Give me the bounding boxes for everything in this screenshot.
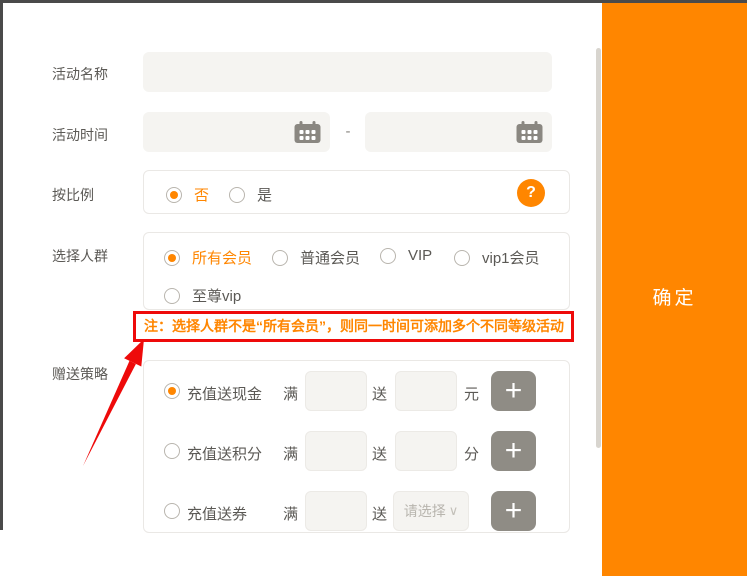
radio-icon[interactable] xyxy=(164,443,180,459)
threshold-label: 满 xyxy=(283,443,298,464)
radio-icon[interactable] xyxy=(166,187,182,203)
by-ratio-label: 按比例 xyxy=(52,185,94,205)
modal-left-border xyxy=(0,0,3,530)
strategy-option-label: 充值送现金 xyxy=(187,383,262,404)
radio-label: 否 xyxy=(194,184,209,205)
unit-label: 元 xyxy=(464,383,479,404)
audience-group: 所有会员 普通会员 VIP vip1会员 至尊vip xyxy=(143,232,570,310)
strategy-label: 赠送策略 xyxy=(52,364,108,384)
annotation-note-box: 注：选择人群不是“所有会员”，则同一时间可添加多个不同等级活动 xyxy=(133,311,574,342)
gift-input[interactable] xyxy=(395,371,457,411)
coupon-select-placeholder: 请选择 xyxy=(404,501,446,521)
side-panel: 确定 xyxy=(602,3,747,576)
gift-label: 送 xyxy=(372,503,387,524)
radio-label: vip1会员 xyxy=(482,247,540,268)
radio-icon[interactable] xyxy=(164,383,180,399)
activity-name-label: 活动名称 xyxy=(52,64,108,84)
strategy-row-coupon: 充值送券 满 送 请选择 ∨ + xyxy=(144,491,569,531)
coupon-select[interactable]: 请选择 ∨ xyxy=(393,491,469,531)
radio-label: VIP xyxy=(408,247,432,264)
gift-label: 送 xyxy=(372,443,387,464)
radio-option-no[interactable]: 否 xyxy=(166,184,209,205)
by-ratio-group: 否 是 ? xyxy=(143,170,570,214)
radio-icon[interactable] xyxy=(229,187,245,203)
calendar-icon[interactable] xyxy=(516,121,543,143)
strategy-row-points: 充值送积分 满 送 分 + xyxy=(144,431,569,471)
threshold-input[interactable] xyxy=(305,371,367,411)
note-text: 注：选择人群不是“所有会员”，则同一时间可添加多个不同等级活动 xyxy=(136,314,571,339)
radio-label: 所有会员 xyxy=(192,247,252,268)
confirm-button[interactable]: 确定 xyxy=(602,283,747,310)
strategy-row-cash: 充值送现金 满 送 元 + xyxy=(144,371,569,411)
radio-option-vip[interactable]: VIP xyxy=(380,247,432,264)
add-rule-button[interactable]: + xyxy=(491,371,536,411)
threshold-label: 满 xyxy=(283,383,298,404)
radio-icon[interactable] xyxy=(164,250,180,266)
radio-icon[interactable] xyxy=(164,503,180,519)
radio-option-supreme-vip[interactable]: 至尊vip xyxy=(164,285,241,306)
scrollbar-thumb[interactable] xyxy=(596,48,601,448)
radio-icon[interactable] xyxy=(164,288,180,304)
radio-option-all-members[interactable]: 所有会员 xyxy=(164,247,252,268)
radio-icon[interactable] xyxy=(380,248,396,264)
calendar-icon[interactable] xyxy=(294,121,321,143)
start-date-field xyxy=(143,112,330,152)
activity-time-label: 活动时间 xyxy=(52,125,108,145)
gift-input[interactable] xyxy=(395,431,457,471)
radio-icon[interactable] xyxy=(272,250,288,266)
radio-option-vip1[interactable]: vip1会员 xyxy=(454,247,540,268)
radio-label: 至尊vip xyxy=(192,285,241,306)
threshold-label: 满 xyxy=(283,503,298,524)
date-range-separator: - xyxy=(338,123,358,140)
activity-name-field-wrap xyxy=(143,52,552,92)
add-rule-button[interactable]: + xyxy=(491,491,536,531)
strategy-option-label: 充值送积分 xyxy=(187,443,262,464)
strategy-option-label: 充值送券 xyxy=(187,503,247,524)
threshold-input[interactable] xyxy=(305,491,367,531)
threshold-input[interactable] xyxy=(305,431,367,471)
end-date-field xyxy=(365,112,552,152)
add-rule-button[interactable]: + xyxy=(491,431,536,471)
unit-label: 分 xyxy=(464,443,479,464)
radio-option-normal-members[interactable]: 普通会员 xyxy=(272,247,360,268)
strategy-group: 充值送现金 满 送 元 + 充值送积分 满 送 分 + 充值送券 满 送 请选择… xyxy=(143,360,570,533)
activity-name-input[interactable] xyxy=(143,52,552,92)
radio-label: 是 xyxy=(257,184,272,205)
help-icon[interactable]: ? xyxy=(517,179,545,207)
gift-label: 送 xyxy=(372,383,387,404)
chevron-down-icon: ∨ xyxy=(449,503,459,519)
radio-icon[interactable] xyxy=(454,250,470,266)
audience-label: 选择人群 xyxy=(52,246,108,266)
radio-label: 普通会员 xyxy=(300,247,360,268)
radio-option-yes[interactable]: 是 xyxy=(229,184,272,205)
